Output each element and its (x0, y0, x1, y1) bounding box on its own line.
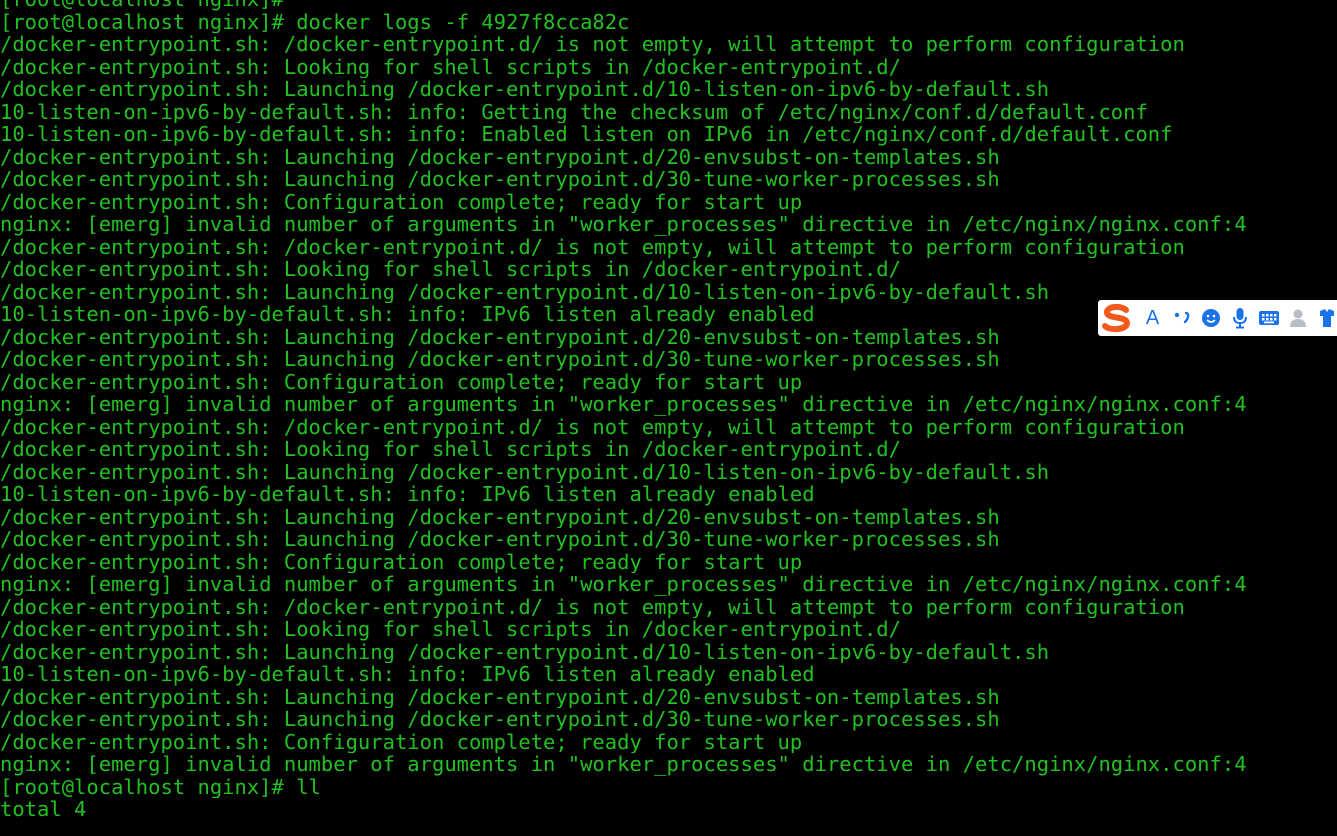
terminal-line: /docker-entrypoint.sh: Launching /docker… (0, 348, 1000, 371)
punctuation-icon[interactable] (1167, 300, 1196, 336)
terminal-line: nginx: [emerg] invalid number of argumen… (0, 753, 1247, 776)
terminal-line: /docker-entrypoint.sh: Launching /docker… (0, 708, 1000, 731)
user-account-icon[interactable] (1283, 300, 1312, 336)
terminal-line: /docker-entrypoint.sh: Launching /docker… (0, 168, 1000, 191)
terminal-line: [root@localhost nginx]# docker logs -f 4… (0, 10, 630, 33)
ime-mode-toggle[interactable]: A (1138, 300, 1167, 336)
terminal-line: /docker-entrypoint.sh: Looking for shell… (0, 258, 901, 281)
terminal-line: 10-listen-on-ipv6-by-default.sh: info: E… (0, 123, 1173, 146)
terminal-line: /docker-entrypoint.sh: Looking for shell… (0, 55, 901, 78)
terminal-line: /docker-entrypoint.sh: Launching /docker… (0, 528, 1000, 551)
terminal-line: /docker-entrypoint.sh: /docker-entrypoin… (0, 595, 1185, 618)
emoji-icon[interactable] (1196, 300, 1225, 336)
terminal-output: [root@localhost nginx]#[root@localhost n… (0, 0, 1337, 821)
terminal-line: 10-listen-on-ipv6-by-default.sh: info: I… (0, 483, 815, 506)
terminal-line: nginx: [emerg] invalid number of argumen… (0, 213, 1247, 236)
skin-toolbox-icon[interactable] (1312, 300, 1337, 336)
terminal-line: /docker-entrypoint.sh: Launching /docker… (0, 640, 1050, 663)
terminal-line: nginx: [emerg] invalid number of argumen… (0, 393, 1247, 416)
terminal-line: /docker-entrypoint.sh: Launching /docker… (0, 505, 1000, 528)
terminal-line: /docker-entrypoint.sh: Looking for shell… (0, 438, 901, 461)
sogou-logo-icon[interactable] (1098, 300, 1138, 336)
terminal-line: nginx: [emerg] invalid number of argumen… (0, 573, 1247, 596)
terminal-line: /docker-entrypoint.sh: /docker-entrypoin… (0, 33, 1185, 56)
terminal-line: /docker-entrypoint.sh: /docker-entrypoin… (0, 415, 1185, 438)
terminal-line: 10-listen-on-ipv6-by-default.sh: info: I… (0, 663, 815, 686)
terminal-line: /docker-entrypoint.sh: Configuration com… (0, 550, 803, 573)
voice-input-icon[interactable] (1225, 300, 1254, 336)
terminal-line: /docker-entrypoint.sh: Launching /docker… (0, 78, 1050, 101)
terminal-line: /docker-entrypoint.sh: Configuration com… (0, 190, 803, 213)
soft-keyboard-icon[interactable] (1254, 300, 1283, 336)
terminal-line: [root@localhost nginx]# ll (0, 775, 321, 798)
terminal-line: /docker-entrypoint.sh: /docker-entrypoin… (0, 235, 1185, 258)
terminal-line: [root@localhost nginx]# (0, 0, 1337, 11)
terminal-line: 10-listen-on-ipv6-by-default.sh: info: G… (0, 100, 1148, 123)
terminal-line: /docker-entrypoint.sh: Looking for shell… (0, 618, 901, 641)
terminal-line: /docker-entrypoint.sh: Launching /docker… (0, 460, 1050, 483)
terminal-line: /docker-entrypoint.sh: Configuration com… (0, 370, 803, 393)
terminal-line: total 4 (0, 798, 87, 821)
ime-toolbar[interactable]: A (1098, 300, 1337, 336)
terminal-line: /docker-entrypoint.sh: Launching /docker… (0, 145, 1000, 168)
terminal-window[interactable]: [root@localhost nginx]#[root@localhost n… (0, 0, 1337, 836)
terminal-line: /docker-entrypoint.sh: Configuration com… (0, 730, 803, 753)
terminal-line: /docker-entrypoint.sh: Launching /docker… (0, 685, 1000, 708)
